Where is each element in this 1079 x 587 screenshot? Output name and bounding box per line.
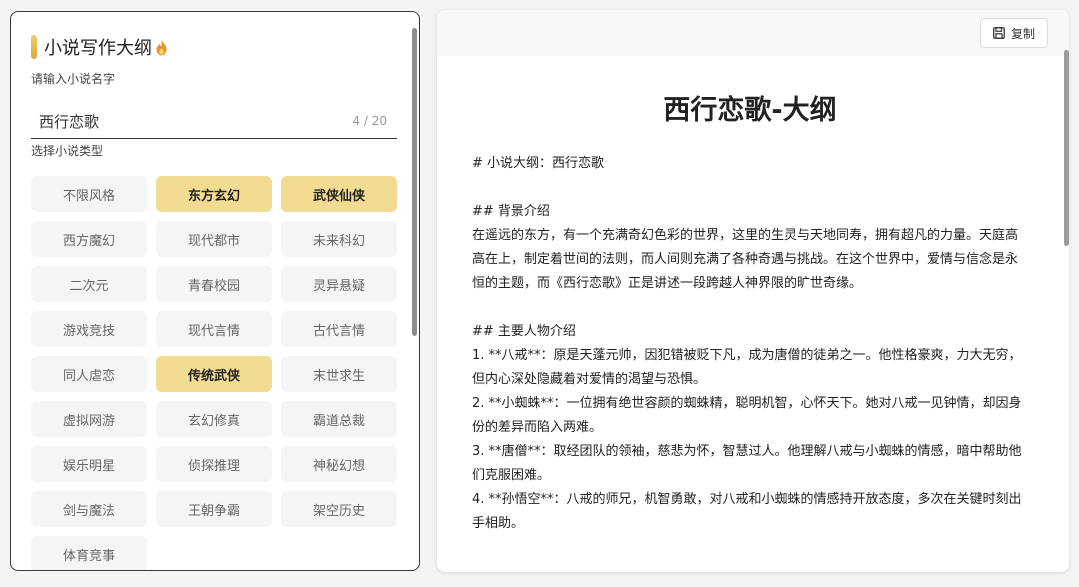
- type-option[interactable]: 剑与魔法: [31, 491, 147, 527]
- novel-type-label: 选择小说类型: [31, 144, 104, 158]
- type-option[interactable]: 二次元: [31, 266, 147, 302]
- type-option[interactable]: 体育竞事: [31, 536, 147, 570]
- novel-name-field: 4 / 20: [31, 105, 397, 139]
- outline-paragraph: 1. **八戒**：原是天蓬元帅，因犯错被贬下凡，成为唐僧的徒弟之一。他性格豪爽…: [472, 348, 1022, 387]
- type-option[interactable]: 架空历史: [281, 491, 397, 527]
- type-option[interactable]: 虚拟网游: [31, 401, 147, 437]
- copy-button[interactable]: 复制: [980, 18, 1048, 48]
- type-option[interactable]: 青春校园: [156, 266, 272, 302]
- type-option[interactable]: 游戏竞技: [31, 311, 147, 347]
- type-option[interactable]: 古代言情: [281, 311, 397, 347]
- outline-heading: ## 主要人物介绍: [472, 324, 576, 339]
- novel-name-input[interactable]: [39, 109, 339, 133]
- outline-paragraph: 2. **小蜘蛛**：一位拥有绝世容颜的蜘蛛精，聪明机智，心怀天下。她对八戒一见…: [472, 396, 1022, 435]
- type-option[interactable]: 霸道总裁: [281, 401, 397, 437]
- panel-title: 小说写作大纲: [44, 38, 152, 59]
- type-option[interactable]: 王朝争霸: [156, 491, 272, 527]
- type-option[interactable]: 神秘幻想: [281, 446, 397, 482]
- outline-document-body: # 小说大纲：西行恋歌 ## 背景介绍在遥远的东方，有一个充满奇幻色彩的世界，这里…: [472, 152, 1027, 536]
- outline-paragraph: 3. **唐僧**：取经团队的领袖，慈悲为怀，智慧过人。他理解八戒与小蜘蛛的情感…: [472, 444, 1022, 483]
- right-scrollbar-thumb[interactable]: [1064, 50, 1069, 246]
- preview-toolbar: 复制: [437, 10, 1069, 56]
- type-option[interactable]: 末世求生: [281, 356, 397, 392]
- type-option[interactable]: 娱乐明星: [31, 446, 147, 482]
- outline-form-panel: 小说写作大纲 请输入小说名字 4 / 20 选择小说类型 不限风格东方玄幻武侠仙…: [10, 11, 420, 571]
- type-option[interactable]: 未来科幻: [281, 221, 397, 257]
- outline-heading: # 小说大纲：西行恋歌: [472, 156, 605, 171]
- type-option[interactable]: 侦探推理: [156, 446, 272, 482]
- type-option[interactable]: 现代都市: [156, 221, 272, 257]
- type-option[interactable]: 灵异悬疑: [281, 266, 397, 302]
- outline-paragraph: 4. **孙悟空**：八戒的师兄，机智勇敢，对八戒和小蜘蛛的情感持开放态度，多次…: [472, 492, 1022, 531]
- outline-heading: ## 背景介绍: [472, 204, 550, 219]
- char-counter: 4 / 20: [352, 114, 387, 128]
- type-option[interactable]: 玄幻修真: [156, 401, 272, 437]
- type-option[interactable]: 武侠仙侠: [281, 176, 397, 212]
- document-title: 西行恋歌-大纲: [663, 95, 837, 126]
- copy-button-label: 复制: [1010, 26, 1035, 41]
- type-option[interactable]: 不限风格: [31, 176, 147, 212]
- title-accent-bar: [31, 35, 37, 59]
- flame-icon: [156, 39, 167, 55]
- outline-paragraph: 在遥远的东方，有一个充满奇幻色彩的世界，这里的生灵与天地同寿，拥有超凡的力量。天…: [472, 228, 1019, 291]
- novel-type-grid: 不限风格 东方玄幻 武侠仙侠西方魔幻 现代都市 未来科幻二次元 青春校园 灵异悬疑游戏竞技现…: [31, 176, 397, 570]
- type-option[interactable]: 现代言情: [156, 311, 272, 347]
- panel-header: 小说写作大纲: [31, 34, 168, 60]
- type-option[interactable]: 同人虐恋: [31, 356, 147, 392]
- type-option[interactable]: 西方魔幻: [31, 221, 147, 257]
- type-option[interactable]: 东方玄幻: [156, 176, 272, 212]
- novel-name-label: 请输入小说名字: [31, 72, 116, 86]
- type-option[interactable]: 传统武侠: [156, 356, 272, 392]
- left-scrollbar-thumb[interactable]: [412, 28, 417, 336]
- outline-preview-panel: 复制 西行恋歌-大纲 # 小说大纲：西行恋歌 ## 背景介绍在遥远的东方，有一个充…: [437, 10, 1069, 572]
- save-icon: [993, 27, 1005, 39]
